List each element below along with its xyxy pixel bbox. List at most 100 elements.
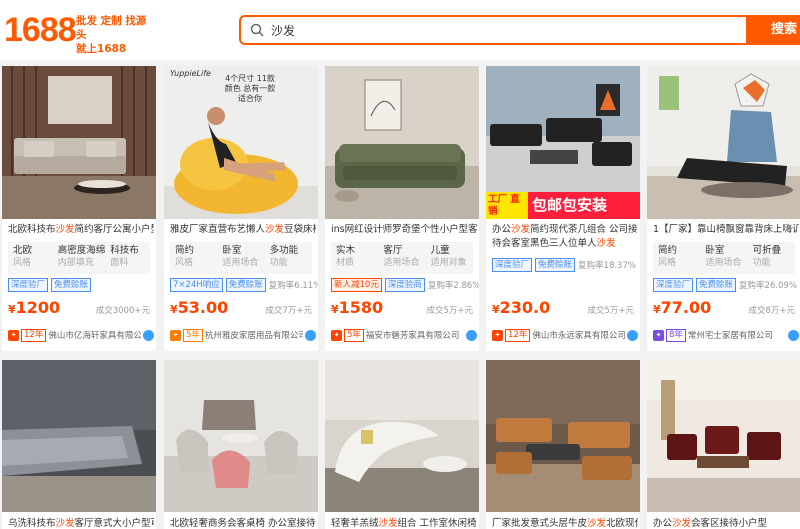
deal-volume: 成交5万+元	[426, 306, 473, 316]
site-slogan: 批发 定制 找源头 就上1688	[76, 14, 156, 56]
chat-icon[interactable]	[627, 329, 638, 341]
search-button[interactable]: 搜索	[746, 15, 800, 45]
shop-info[interactable]: ✦ 12年 佛山市永远家具有限公司	[492, 328, 638, 342]
chat-icon[interactable]	[788, 329, 799, 341]
product-title[interactable]: 办公沙发会客区接待小户型	[653, 517, 799, 529]
chat-icon[interactable]	[143, 329, 154, 341]
brand-mark: YuppieLife	[170, 69, 211, 78]
product-attributes: 实木 材质 客厅 适用场合 儿童 适用对象	[331, 242, 473, 274]
product-price: ¥53.00	[170, 298, 229, 317]
shop-name[interactable]: 佛山市永远家具有限公司	[532, 329, 625, 341]
slogan-line-1: 批发 定制 找源头	[76, 15, 147, 41]
promo-factory-direct: 工厂 直销	[486, 192, 528, 219]
shop-name[interactable]: 常州宅士家居有限公司	[688, 329, 786, 341]
product-title[interactable]: 1【厂家】靠山椅飘窗靠背床上嗨讥	[653, 223, 799, 236]
product-image[interactable]	[2, 66, 156, 219]
search-input[interactable]: 沙发	[239, 15, 746, 45]
deal-volume: 成交8万+元	[748, 306, 795, 316]
shop-badge-icon: ✦	[170, 329, 181, 341]
product-card[interactable]: 工厂 直销 包邮包安装 办公沙发简约现代茶几组合 公司接 待会客室黑色三人位单人…	[486, 66, 640, 351]
search-icon	[250, 23, 264, 37]
tag-badge: 深度验厂	[492, 258, 533, 272]
promo-banner: 工厂 直销 包邮包安装	[486, 192, 640, 219]
tag-badge: 深度验厂	[653, 278, 694, 292]
product-image[interactable]: YuppieLife 4个尺寸 11款颜色 总有一款适合你	[164, 66, 318, 219]
tag-badge: 免费赊账	[225, 278, 266, 292]
tag-badge: 免费赊账	[535, 258, 576, 272]
shop-name[interactable]: 杭州雅皮家居用品有限公司	[205, 329, 303, 341]
shop-badge-icon: ✦	[492, 329, 503, 341]
deal-volume: 成交7万+元	[265, 306, 312, 316]
repurchase-rate: 复购率18.37%	[578, 261, 636, 271]
product-card[interactable]: 1【厂家】靠山椅飘窗靠背床上嗨讥 简约 风格 卧室 适用场合 可折叠 功能 深度验厂 …	[647, 66, 800, 351]
tag-badge: 新人减10元	[331, 278, 382, 292]
product-card[interactable]: YuppieLife 4个尺寸 11款颜色 总有一款适合你 雅皮厂家直营布艺懒人…	[164, 66, 318, 351]
shop-info[interactable]: ✦ 5年 杭州雅皮家居用品有限公司	[170, 328, 316, 342]
product-image[interactable]	[325, 360, 479, 512]
product-price: ¥77.00	[653, 298, 712, 317]
shop-badge-icon: ✦	[8, 329, 19, 341]
tag-badge: 深度验厂	[8, 278, 49, 292]
product-tags: 新人减10元 深度验商 复购率2.86%	[331, 278, 479, 292]
product-card[interactable]: 北欧科技布沙发简约客厅公寓小户型 北欧 风格 高密度海绵 内部填充 科技布 面料 深度…	[2, 66, 156, 351]
product-card[interactable]: 厂家批发意式头层牛皮沙发北欧现代	[486, 360, 640, 529]
search-query: 沙发	[271, 24, 296, 38]
product-price: ¥1580	[331, 298, 384, 317]
deal-volume: 成交5万+元	[587, 306, 634, 316]
tag-badge: 深度验商	[384, 278, 425, 292]
tag-badge: 7×24H响应	[170, 278, 223, 292]
product-tags: 深度验厂 免费赊账 复购率26.09%	[653, 278, 797, 292]
tag-badge: 免费赊账	[696, 278, 737, 292]
promo-free-shipping: 包邮包安装	[528, 192, 640, 219]
shop-name[interactable]: 福安市磬芳家具有限公司	[366, 329, 464, 341]
product-attributes: 简约 风格 卧室 适用场合 可折叠 功能	[653, 242, 795, 274]
product-attributes: 简约 风格 卧室 适用场合 多功能 功能	[170, 242, 312, 274]
product-image[interactable]	[2, 360, 156, 512]
shop-years: 8年	[666, 328, 686, 342]
shop-name[interactable]: 佛山市亿海轩家具有限公司	[48, 329, 141, 341]
shop-badge-icon: ✦	[653, 329, 664, 341]
product-image[interactable]	[164, 360, 318, 512]
top-header: 1688 批发 定制 找源头 就上1688 沙发 搜索	[0, 0, 800, 60]
product-title[interactable]: 厂家批发意式头层牛皮沙发北欧现代	[492, 517, 638, 529]
product-title[interactable]: 办公沙发简约现代茶几组合 公司接	[492, 223, 638, 236]
product-image[interactable]	[325, 66, 479, 219]
site-logo[interactable]: 1688	[4, 12, 77, 48]
deal-volume: 成交3000+元	[95, 306, 150, 316]
product-title-line-2[interactable]: 待会客室黑色三人位单人沙发	[492, 237, 638, 250]
product-title[interactable]: 北欧轻奢商务会客桌椅 办公室接待	[170, 517, 316, 529]
product-tags: 7×24H响应 免费赊账 复购率6.11%	[170, 278, 318, 292]
shop-years: 12年	[21, 328, 47, 342]
product-price: ¥230.0	[492, 298, 551, 317]
product-attributes: 北欧 风格 高密度海绵 内部填充 科技布 面料	[8, 242, 150, 274]
chat-icon[interactable]	[305, 329, 316, 341]
product-title[interactable]: ins网红设计师罗奇堡个性小户型客	[331, 223, 477, 236]
shop-info[interactable]: ✦ 8年 常州宅士家居有限公司	[653, 328, 799, 342]
product-title[interactable]: 乌洗科技布沙发客厅意式大小户型可	[8, 517, 154, 529]
shop-years: 5年	[344, 328, 364, 342]
shop-info[interactable]: ✦ 12年 佛山市亿海轩家具有限公司	[8, 328, 154, 342]
shop-badge-icon: ✦	[331, 329, 342, 341]
product-card[interactable]: 办公沙发会客区接待小户型	[647, 360, 800, 529]
product-tags: 深度验厂 免费赊账	[8, 278, 92, 292]
product-title[interactable]: 北欧科技布沙发简约客厅公寓小户型	[8, 223, 154, 236]
repurchase-rate: 复购率2.86%	[427, 281, 479, 291]
product-image[interactable]	[647, 66, 800, 219]
repurchase-rate: 复购率6.11%	[268, 281, 318, 291]
product-image[interactable]	[486, 360, 640, 512]
product-image[interactable]	[647, 360, 800, 512]
tag-badge: 免费赊账	[51, 278, 92, 292]
chat-icon[interactable]	[466, 329, 477, 341]
product-card[interactable]: 轻奢羊羔绒沙发组合 工作室休闲椅	[325, 360, 479, 529]
shop-info[interactable]: ✦ 5年 福安市磬芳家具有限公司	[331, 328, 477, 342]
product-card[interactable]: ins网红设计师罗奇堡个性小户型客 实木 材质 客厅 适用场合 儿童 适用对象 新人减…	[325, 66, 479, 351]
product-card[interactable]: 乌洗科技布沙发客厅意式大小户型可	[2, 360, 156, 529]
product-image[interactable]: 工厂 直销 包邮包安装	[486, 66, 640, 219]
product-card[interactable]: 北欧轻奢商务会客桌椅 办公室接待	[164, 360, 318, 529]
shop-years: 5年	[183, 328, 203, 342]
product-title[interactable]: 轻奢羊羔绒沙发组合 工作室休闲椅	[331, 517, 477, 529]
product-title[interactable]: 雅皮厂家直营布艺懒人沙发豆袋床椅	[170, 223, 316, 236]
slogan-line-2: 就上1688	[76, 43, 127, 55]
product-price: ¥1200	[8, 298, 61, 317]
image-overlay-text: 4个尺寸 11款颜色 总有一款适合你	[224, 74, 276, 103]
